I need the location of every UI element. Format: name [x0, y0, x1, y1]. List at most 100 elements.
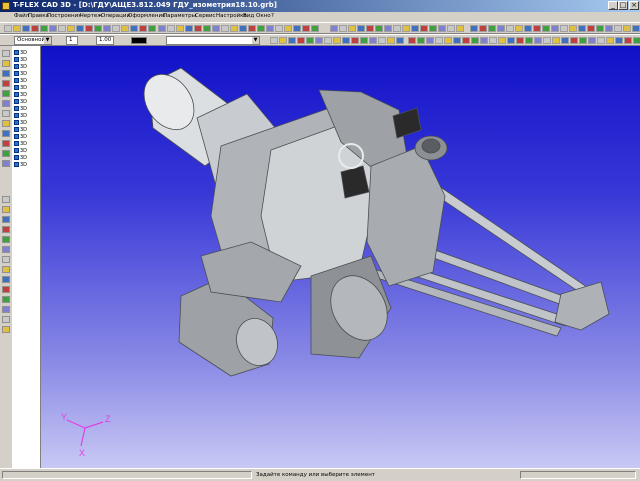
toolbar-tool-icon[interactable]	[471, 37, 479, 44]
toolbar-tool-icon[interactable]	[420, 25, 428, 32]
menu-decoration[interactable]: Оформление	[128, 13, 166, 19]
left-tool-icon[interactable]	[2, 256, 10, 263]
tree-node[interactable]: 3D	[14, 50, 27, 56]
toolbar-tool-icon[interactable]	[402, 25, 410, 32]
toolbar-tool-icon[interactable]	[212, 25, 220, 32]
toolbar-tool-icon[interactable]	[533, 25, 541, 32]
menu-parameters[interactable]: Параметры	[163, 13, 196, 19]
close-button[interactable]: ×	[629, 1, 639, 10]
toolbar-tool-icon[interactable]	[506, 25, 514, 32]
toolbar-tool-icon[interactable]	[324, 37, 332, 44]
toolbar-tool-icon[interactable]	[453, 37, 461, 44]
menu-window[interactable]: Окно	[256, 13, 271, 19]
toolbar-tool-icon[interactable]	[266, 25, 274, 32]
menu-view[interactable]: Вид	[243, 13, 254, 19]
number-combo[interactable]: 1	[66, 36, 78, 45]
left-tool-icon[interactable]	[2, 150, 10, 157]
left-tool-icon[interactable]	[2, 50, 10, 57]
toolbar-tool-icon[interactable]	[435, 37, 443, 44]
toolbar-tool-icon[interactable]	[462, 37, 470, 44]
toolbar-tool-icon[interactable]	[447, 25, 455, 32]
left-tool-icon[interactable]	[2, 306, 10, 313]
left-tool-icon[interactable]	[2, 206, 10, 213]
toolbar-tool-icon[interactable]	[360, 37, 368, 44]
tree-node[interactable]: 3D	[14, 78, 27, 84]
tree-node[interactable]: 3D	[14, 127, 27, 133]
toolbar-tool-icon[interactable]	[369, 37, 377, 44]
toolbar-tool-icon[interactable]	[185, 25, 193, 32]
toolbar-tool-icon[interactable]	[13, 25, 21, 32]
tree-node[interactable]: 3D	[14, 85, 27, 91]
toolbar-tool-icon[interactable]	[339, 25, 347, 32]
chevron-down-icon[interactable]: ▼	[44, 37, 51, 44]
toolbar-tool-icon[interactable]	[311, 25, 319, 32]
toolbar-tool-icon[interactable]	[578, 25, 586, 32]
left-tool-icon[interactable]	[2, 70, 10, 77]
tree-node[interactable]: 3D	[14, 120, 27, 126]
toolbar-tool-icon[interactable]	[221, 25, 229, 32]
toolbar-tool-icon[interactable]	[470, 25, 478, 32]
tree-node[interactable]: 3D	[14, 106, 27, 112]
toolbar-tool-icon[interactable]	[40, 25, 48, 32]
toolbar-tool-icon[interactable]	[85, 25, 93, 32]
toolbar-tool-icon[interactable]	[103, 25, 111, 32]
toolbar-tool-icon[interactable]	[552, 37, 560, 44]
left-tool-icon[interactable]	[2, 276, 10, 283]
tree-node[interactable]: 3D	[14, 162, 27, 168]
toolbar-tool-icon[interactable]	[302, 25, 310, 32]
toolbar-tool-icon[interactable]	[570, 37, 578, 44]
toolbar-tool-icon[interactable]	[498, 37, 506, 44]
left-tool-icon[interactable]	[2, 226, 10, 233]
left-tool-icon[interactable]	[2, 160, 10, 167]
toolbar-tool-icon[interactable]	[112, 25, 120, 32]
toolbar-tool-icon[interactable]	[158, 25, 166, 32]
toolbar-tool-icon[interactable]	[543, 37, 551, 44]
left-tool-icon[interactable]	[2, 246, 10, 253]
toolbar-tool-icon[interactable]	[633, 37, 640, 44]
app-icon[interactable]	[2, 2, 10, 10]
tree-node[interactable]: 3D	[14, 57, 27, 63]
toolbar-tool-icon[interactable]	[569, 25, 577, 32]
toolbar-tool-icon[interactable]	[76, 25, 84, 32]
toolbar-tool-icon[interactable]	[605, 25, 613, 32]
toolbar-tool-icon[interactable]	[239, 25, 247, 32]
toolbar-tool-icon[interactable]	[293, 25, 301, 32]
left-tool-icon[interactable]	[2, 286, 10, 293]
toolbar-tool-icon[interactable]	[203, 25, 211, 32]
menu-file[interactable]: Файл	[14, 13, 29, 19]
left-tool-icon[interactable]	[2, 236, 10, 243]
tree-node[interactable]: 3D	[14, 71, 27, 77]
toolbar-tool-icon[interactable]	[49, 25, 57, 32]
left-tool-icon[interactable]	[2, 216, 10, 223]
tree-node[interactable]: 3D	[14, 92, 27, 98]
toolbar-tool-icon[interactable]	[542, 25, 550, 32]
left-tool-icon[interactable]	[2, 140, 10, 147]
left-tool-icon[interactable]	[2, 90, 10, 97]
toolbar-tool-icon[interactable]	[378, 37, 386, 44]
toolbar-tool-icon[interactable]	[623, 25, 631, 32]
left-tool-icon[interactable]	[2, 266, 10, 273]
toolbar-tool-icon[interactable]	[579, 37, 587, 44]
toolbar-tool-icon[interactable]	[561, 37, 569, 44]
toolbar-tool-icon[interactable]	[588, 37, 596, 44]
toolbar-tool-icon[interactable]	[342, 37, 350, 44]
toolbar-tool-icon[interactable]	[306, 37, 314, 44]
tree-node[interactable]: 3D	[14, 113, 27, 119]
tree-node[interactable]: 3D	[14, 155, 27, 161]
toolbar-tool-icon[interactable]	[22, 25, 30, 32]
left-tool-icon[interactable]	[2, 60, 10, 67]
toolbar-tool-icon[interactable]	[130, 25, 138, 32]
menu-drawing[interactable]: Чертеж	[80, 13, 102, 19]
tree-node[interactable]: 3D	[14, 99, 27, 105]
tree-node[interactable]: 3D	[14, 148, 27, 154]
left-tool-icon[interactable]	[2, 196, 10, 203]
toolbar-tool-icon[interactable]	[270, 37, 278, 44]
toolbar-tool-icon[interactable]	[4, 25, 12, 32]
toolbar-tool-icon[interactable]	[597, 37, 605, 44]
toolbar-tool-icon[interactable]	[384, 25, 392, 32]
toolbar-tool-icon[interactable]	[58, 25, 66, 32]
toolbar-tool-icon[interactable]	[284, 25, 292, 32]
toolbar-tool-icon[interactable]	[534, 37, 542, 44]
toolbar-tool-icon[interactable]	[417, 37, 425, 44]
toolbar-tool-icon[interactable]	[507, 37, 515, 44]
